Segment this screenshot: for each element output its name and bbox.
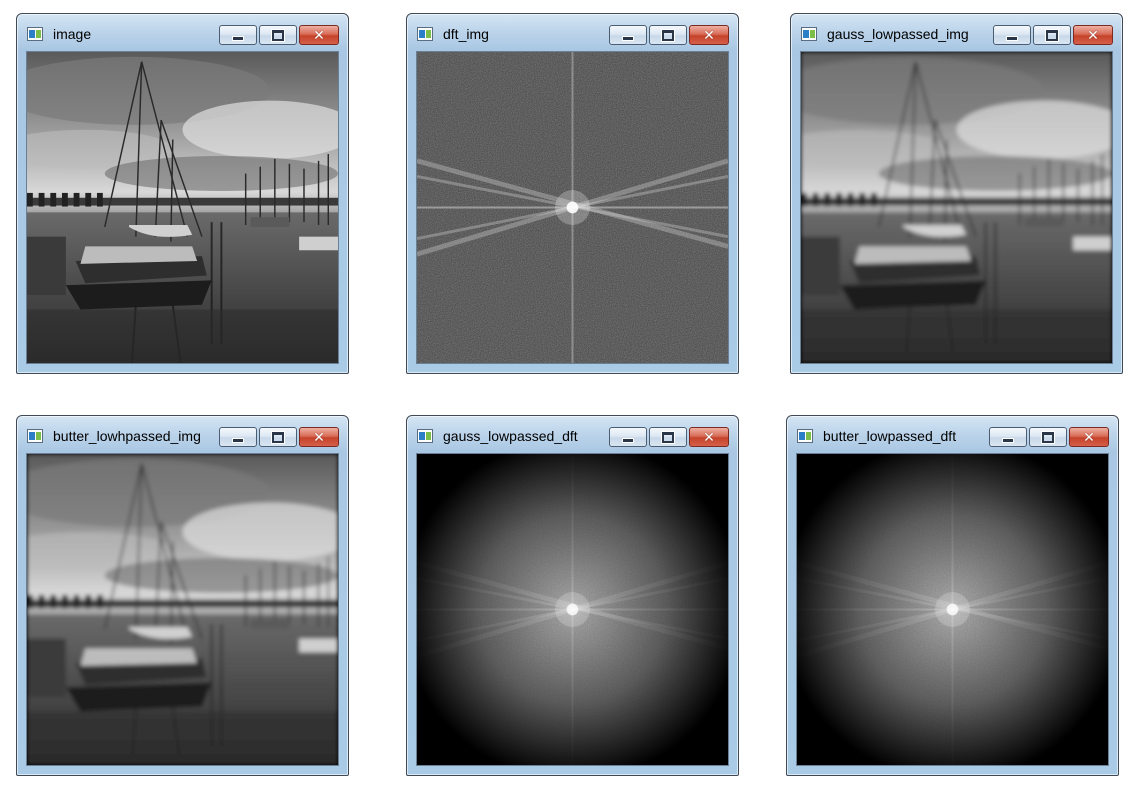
close-button[interactable]: ✕ [689,427,729,447]
minimize-icon [622,437,634,443]
window-title: image [53,26,92,42]
minimize-button[interactable] [609,25,647,45]
window-title: dft_img [443,26,489,42]
close-icon: ✕ [703,429,715,445]
minimize-icon [622,35,634,41]
app-icon [417,27,433,41]
close-button[interactable]: ✕ [299,427,339,447]
image-canvas [800,51,1113,364]
close-button[interactable]: ✕ [1069,427,1109,447]
minimize-button[interactable] [219,25,257,45]
app-icon [801,27,817,41]
minimize-button[interactable] [989,427,1027,447]
close-button[interactable]: ✕ [1073,25,1113,45]
gauss-blurred-photo [801,52,1112,363]
app-icon [797,429,813,443]
title-bar[interactable]: butter_lowpassed_dft ✕ [787,416,1118,452]
maximize-icon [1046,29,1058,41]
title-bar[interactable]: dft_img ✕ [407,14,738,50]
close-icon: ✕ [1087,27,1099,43]
maximize-icon [662,431,674,443]
image-canvas [26,453,339,766]
window-title: gauss_lowpassed_dft [443,428,578,444]
window-dft-img[interactable]: dft_img ✕ [406,13,739,374]
dft-spectrum [417,52,728,363]
image-canvas [416,51,729,364]
window-gauss-lowpassed-img[interactable]: gauss_lowpassed_img ✕ [790,13,1123,374]
window-butter-lowhpassed-img[interactable]: butter_lowhpassed_img ✕ [16,415,349,776]
close-icon: ✕ [313,429,325,445]
maximize-icon [1042,431,1054,443]
gauss-filtered-spectrum [417,454,728,765]
image-canvas [796,453,1109,766]
minimize-icon [1006,35,1018,41]
maximize-button[interactable] [649,427,687,447]
title-bar[interactable]: image ✕ [17,14,348,50]
minimize-icon [1002,437,1014,443]
window-title: butter_lowhpassed_img [53,428,201,444]
butter-filtered-spectrum [797,454,1108,765]
close-icon: ✕ [313,27,325,43]
window-gauss-lowpassed-dft[interactable]: gauss_lowpassed_dft ✕ [406,415,739,776]
title-bar[interactable]: gauss_lowpassed_dft ✕ [407,416,738,452]
harbor-photo [27,52,338,363]
maximize-button[interactable] [1033,25,1071,45]
title-bar[interactable]: butter_lowhpassed_img ✕ [17,416,348,452]
title-bar[interactable]: gauss_lowpassed_img ✕ [791,14,1122,50]
maximize-icon [662,29,674,41]
butter-blurred-photo [27,454,338,765]
minimize-button[interactable] [219,427,257,447]
maximize-icon [272,29,284,41]
minimize-icon [232,35,244,41]
window-butter-lowpassed-dft[interactable]: butter_lowpassed_dft ✕ [786,415,1119,776]
minimize-button[interactable] [993,25,1031,45]
maximize-button[interactable] [649,25,687,45]
close-icon: ✕ [703,27,715,43]
close-icon: ✕ [1083,429,1095,445]
image-canvas [416,453,729,766]
close-button[interactable]: ✕ [689,25,729,45]
maximize-button[interactable] [259,427,297,447]
minimize-button[interactable] [609,427,647,447]
close-button[interactable]: ✕ [299,25,339,45]
image-canvas [26,51,339,364]
window-title: gauss_lowpassed_img [827,26,969,42]
app-icon [27,429,43,443]
app-icon [27,27,43,41]
maximize-button[interactable] [259,25,297,45]
minimize-icon [232,437,244,443]
maximize-button[interactable] [1029,427,1067,447]
window-image[interactable]: image ✕ [16,13,349,374]
app-icon [417,429,433,443]
window-title: butter_lowpassed_dft [823,428,957,444]
maximize-icon [272,431,284,443]
